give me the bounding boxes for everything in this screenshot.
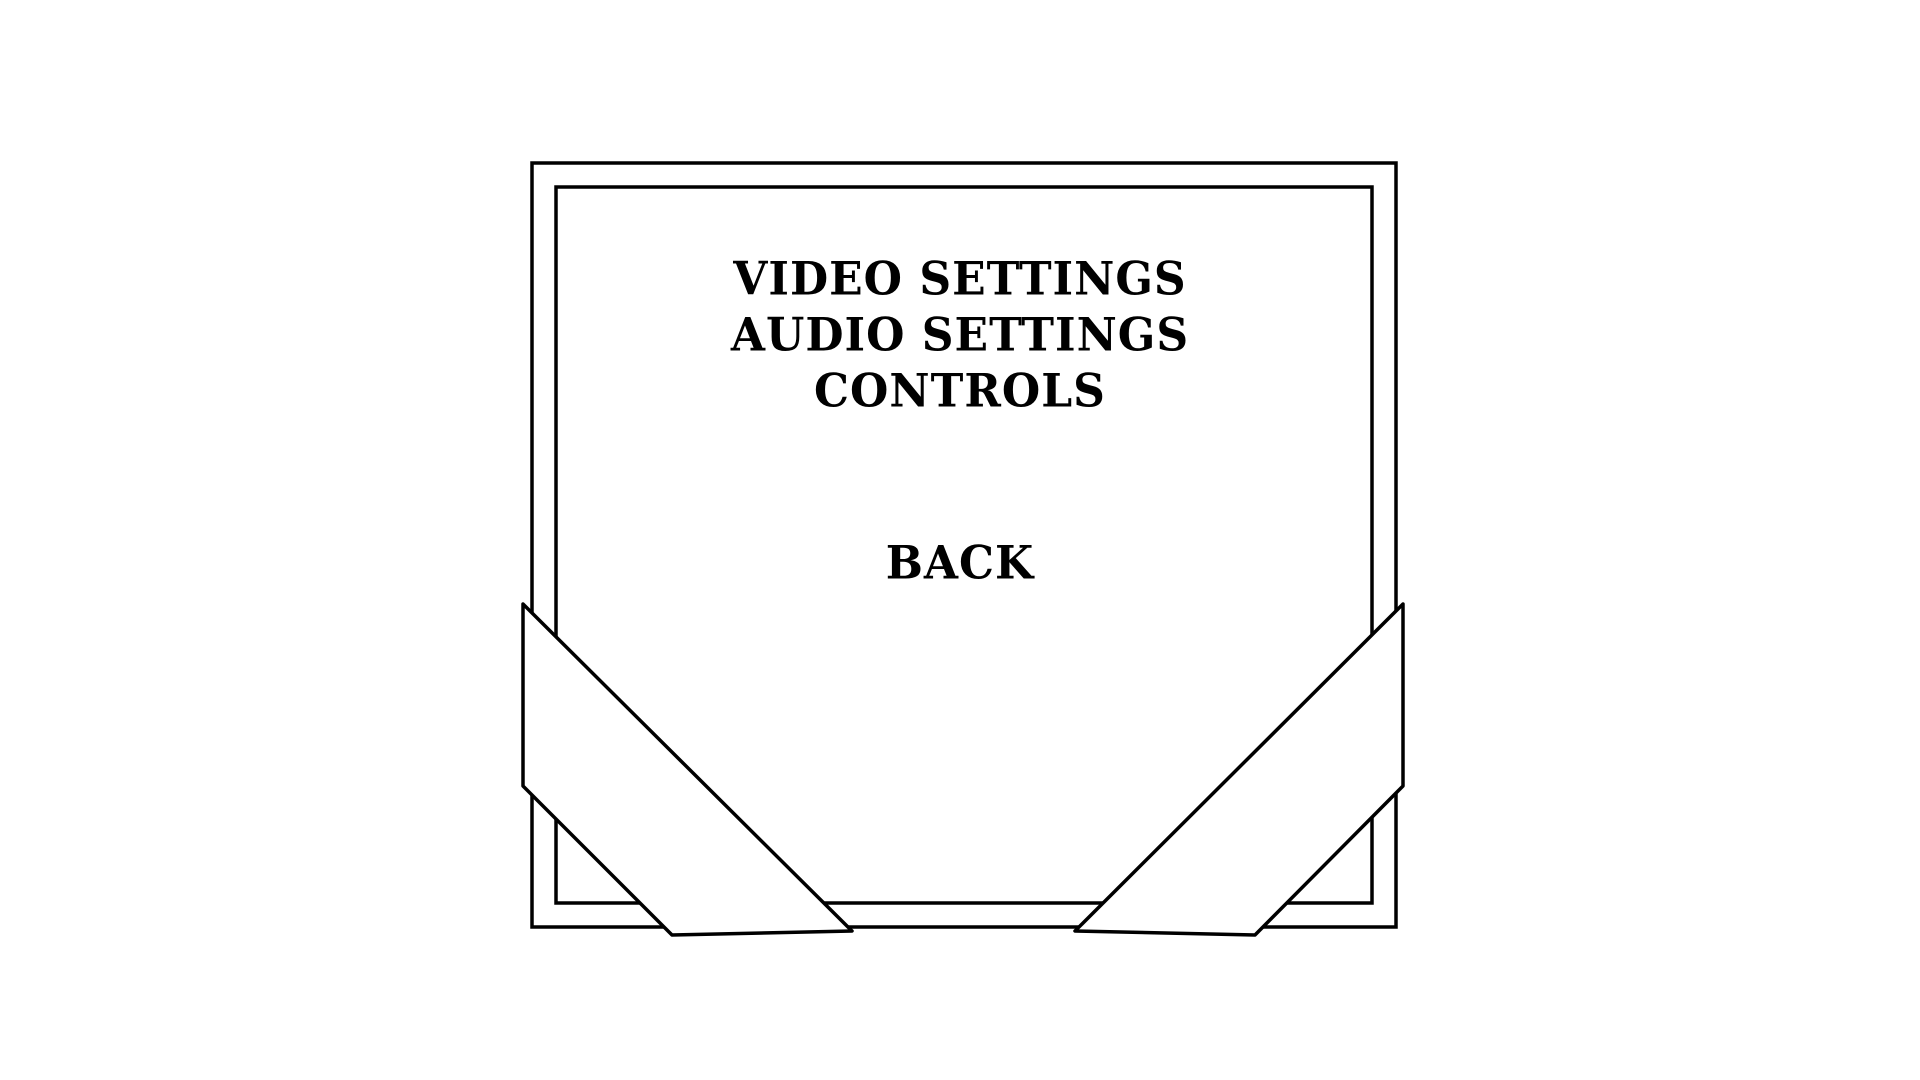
settings-screen: VIDEO SETTINGS AUDIO SETTINGS CONTROLS B… (0, 0, 1920, 1080)
video-settings-button[interactable]: VIDEO SETTINGS (733, 251, 1186, 310)
audio-settings-button[interactable]: AUDIO SETTINGS (731, 307, 1189, 366)
settings-menu: VIDEO SETTINGS AUDIO SETTINGS CONTROLS (560, 252, 1360, 420)
left-ribbon (521, 602, 854, 937)
right-ribbon (1073, 602, 1405, 937)
controls-button[interactable]: CONTROLS (814, 363, 1106, 422)
back-button[interactable]: BACK (560, 535, 1360, 594)
